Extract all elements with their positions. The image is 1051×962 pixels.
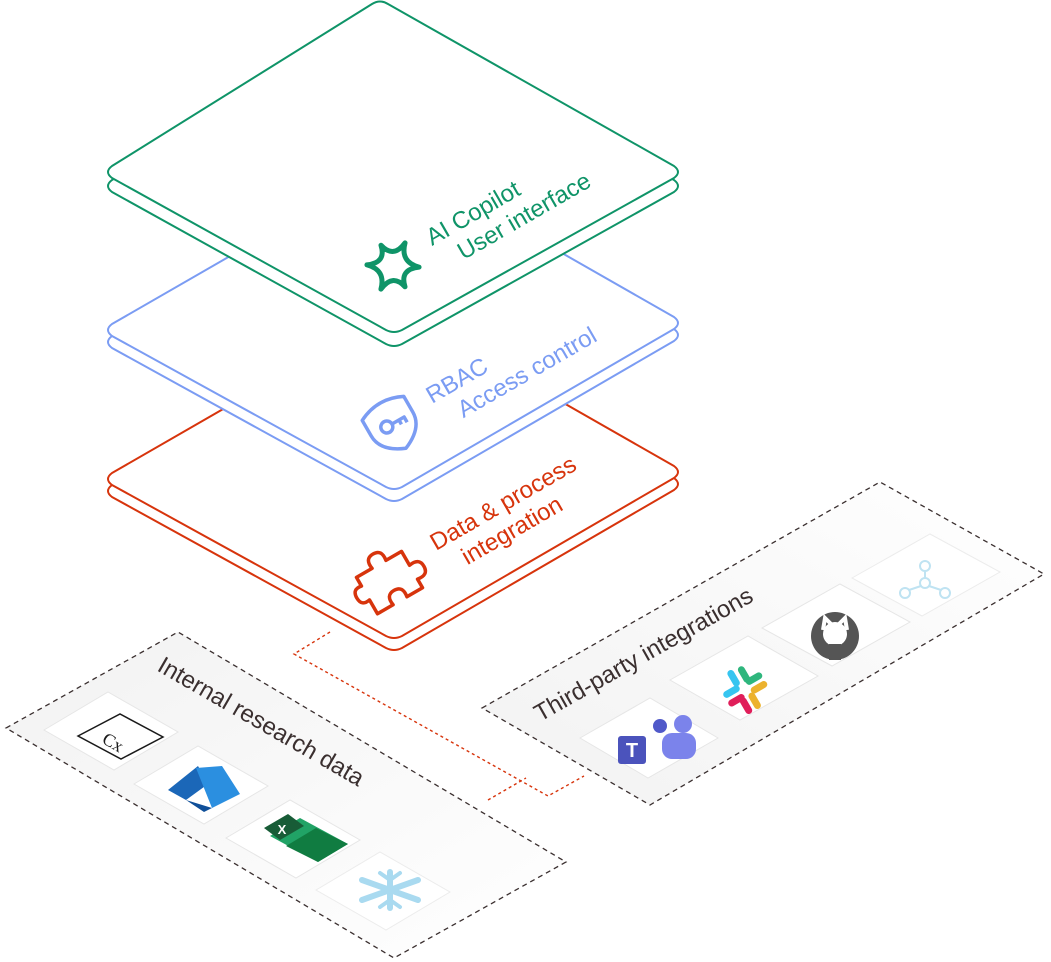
github-icon [811, 612, 859, 660]
architecture-diagram: Third-party integrations T Internal rese… [4, 0, 1046, 959]
excel-letter: X [278, 822, 287, 837]
internal-research-group: Internal research data Cx X [4, 631, 568, 959]
teams-letter: T [626, 740, 638, 762]
